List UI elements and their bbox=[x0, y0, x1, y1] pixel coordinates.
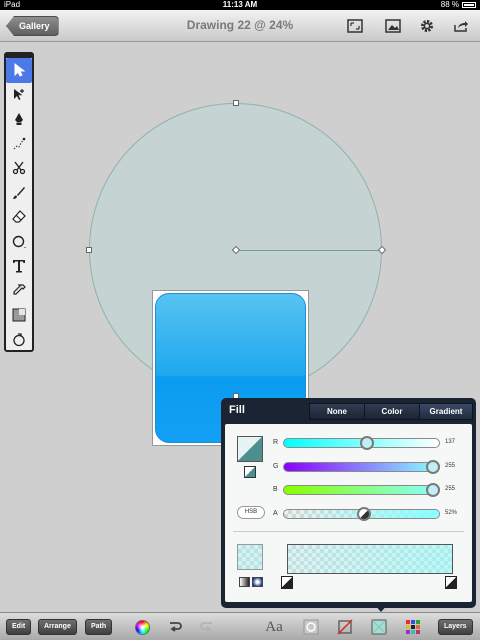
swap-color-icon[interactable] bbox=[244, 466, 256, 478]
effects-icon[interactable] bbox=[302, 618, 320, 636]
linear-gradient-icon[interactable] bbox=[239, 577, 250, 587]
font-button[interactable]: Aa bbox=[262, 618, 286, 636]
fill-popover: Fill None Color Gradient R 137 G 255 B 2… bbox=[221, 398, 476, 608]
arrow-pointer-icon bbox=[14, 63, 26, 77]
text-t-icon bbox=[13, 260, 25, 273]
gradient-tool[interactable] bbox=[6, 303, 32, 328]
path-button[interactable]: Path bbox=[85, 619, 113, 635]
gradient-preview-fill bbox=[288, 545, 452, 573]
blue-value: 255 bbox=[445, 486, 456, 492]
selection-handle-top[interactable] bbox=[233, 100, 239, 106]
green-label: G bbox=[273, 463, 279, 470]
scissors-icon bbox=[12, 161, 26, 175]
bottom-toolbar: Edit Arrange Path Aa Layers bbox=[0, 612, 480, 640]
arrange-button[interactable]: Arrange bbox=[38, 619, 77, 635]
alpha-slider-knob[interactable] bbox=[357, 507, 372, 521]
swatches-icon[interactable] bbox=[404, 618, 422, 636]
color-wheel-icon[interactable] bbox=[133, 618, 151, 636]
scissors-tool[interactable] bbox=[6, 156, 32, 181]
circle-shape-icon bbox=[12, 235, 26, 248]
stroke-icon[interactable] bbox=[336, 618, 354, 636]
fill-tab-gradient[interactable]: Gradient bbox=[419, 403, 473, 420]
alpha-value: 52% bbox=[445, 510, 458, 516]
gradient-preview-bar[interactable] bbox=[287, 544, 453, 574]
hsb-toggle-button[interactable]: HSB bbox=[237, 506, 265, 519]
selection-handle-left[interactable] bbox=[86, 247, 92, 253]
fill-icon[interactable] bbox=[370, 618, 388, 636]
eyedropper-tool[interactable] bbox=[6, 279, 32, 304]
green-value: 255 bbox=[445, 463, 456, 469]
battery-icon bbox=[462, 2, 476, 8]
undo-icon[interactable] bbox=[166, 618, 184, 636]
red-label: R bbox=[273, 439, 279, 446]
blue-slider-knob[interactable] bbox=[426, 483, 440, 497]
eraser-tool[interactable] bbox=[6, 205, 32, 230]
text-tool[interactable] bbox=[6, 254, 32, 279]
stop-color-tint bbox=[238, 545, 262, 569]
red-slider[interactable] bbox=[283, 436, 440, 450]
stop-color-swatch[interactable] bbox=[237, 544, 263, 570]
alpha-label: A bbox=[273, 510, 278, 517]
gradient-swatch-icon bbox=[12, 308, 26, 322]
popover-pointer bbox=[374, 604, 388, 612]
image-icon[interactable] bbox=[384, 18, 402, 34]
shape-tool[interactable] bbox=[6, 230, 32, 255]
current-color-swatch[interactable] bbox=[237, 436, 263, 462]
fill-divider bbox=[233, 531, 464, 532]
fill-popover-header: Fill None Color Gradient bbox=[221, 398, 476, 424]
edit-button[interactable]: Edit bbox=[6, 619, 32, 635]
navigation-bar: Gallery Drawing 22 @ 24% bbox=[0, 10, 480, 42]
brush-tool[interactable] bbox=[6, 181, 32, 206]
fill-tab-none[interactable]: None bbox=[309, 403, 365, 420]
document-title: Drawing 22 @ 24% bbox=[186, 18, 294, 32]
fill-title: Fill bbox=[229, 404, 245, 416]
clock: 11:13 AM bbox=[222, 0, 258, 9]
direct-select-tool[interactable] bbox=[6, 83, 32, 108]
fit-view-icon[interactable] bbox=[346, 18, 364, 34]
red-value: 137 bbox=[445, 439, 456, 445]
green-slider-knob[interactable] bbox=[426, 460, 440, 474]
redo-icon[interactable] bbox=[198, 618, 216, 636]
battery-label: 88 % bbox=[440, 0, 459, 9]
radius-guide-line bbox=[236, 249, 382, 251]
node-pointer-icon bbox=[14, 88, 24, 100]
battery-indicator: 88 % bbox=[441, 0, 476, 10]
curve-tool[interactable] bbox=[6, 132, 32, 157]
alpha-slider[interactable] bbox=[283, 507, 440, 521]
fill-popover-body: R 137 G 255 B 255 HSB A 52% bbox=[225, 424, 472, 602]
layers-button[interactable]: Layers bbox=[438, 619, 473, 635]
tool-palette bbox=[4, 52, 34, 352]
gradient-stop-start[interactable] bbox=[281, 576, 293, 589]
red-slider-knob[interactable] bbox=[360, 436, 375, 450]
rotate-tool[interactable] bbox=[6, 328, 32, 353]
brush-icon bbox=[13, 186, 25, 199]
blue-label: B bbox=[273, 486, 278, 493]
gear-icon[interactable] bbox=[418, 18, 436, 34]
curve-points-icon bbox=[13, 137, 26, 150]
share-icon[interactable] bbox=[452, 18, 470, 34]
fill-tab-color[interactable]: Color bbox=[364, 403, 420, 420]
pen-tool[interactable] bbox=[6, 107, 32, 132]
radial-gradient-icon[interactable] bbox=[252, 577, 263, 587]
green-slider[interactable] bbox=[283, 460, 440, 474]
select-tool[interactable] bbox=[6, 58, 32, 83]
gradient-stop-end[interactable] bbox=[445, 576, 457, 589]
blue-slider[interactable] bbox=[283, 483, 440, 497]
rotate-circle-icon bbox=[13, 333, 25, 346]
eraser-icon bbox=[12, 210, 26, 223]
pen-nib-icon bbox=[15, 113, 23, 126]
status-bar: iPad 11:13 AM 88 % bbox=[0, 0, 480, 10]
eyedropper-icon bbox=[13, 284, 26, 295]
